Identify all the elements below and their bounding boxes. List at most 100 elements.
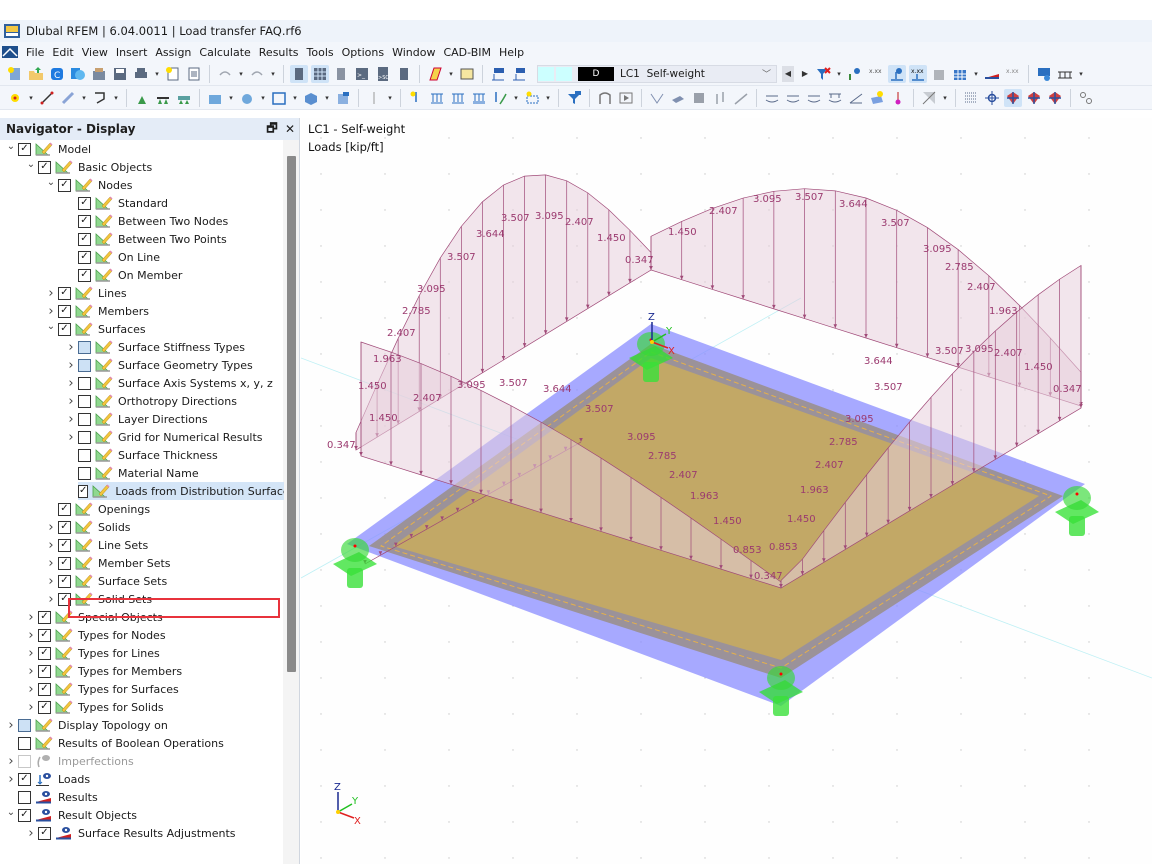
line-load-2-icon[interactable] [428,89,446,107]
tree-item-solids[interactable]: › ✓ Solids [0,518,284,536]
surface-dropdown-icon[interactable]: ▾ [227,94,235,102]
redo-icon[interactable] [248,65,266,83]
load-wizard-icon[interactable] [458,65,476,83]
surface-select-icon[interactable] [426,65,444,83]
tree-item-imperfections[interactable]: › Imperfections [0,752,284,770]
chevron-right-icon[interactable]: › [4,754,18,769]
checkbox[interactable] [78,466,91,480]
dimension-icon[interactable] [365,89,383,107]
menu-help[interactable]: Help [495,46,528,59]
support-icon[interactable] [133,89,151,107]
member-icon[interactable] [59,89,77,107]
chevron-right-icon[interactable]: › [44,574,58,589]
dlubal-center-icon[interactable]: C [48,65,66,83]
section-dropdown-icon[interactable]: ▾ [323,94,331,102]
menu-options[interactable]: Options [338,46,388,59]
view-side-icon[interactable] [1046,89,1064,107]
member-load-2-icon[interactable] [449,89,467,107]
checkbox[interactable]: ✓ [38,646,51,660]
menu-cad-bim[interactable]: CAD-BIM [439,46,495,59]
line-view-icon[interactable] [732,89,750,107]
document-icon[interactable] [185,65,203,83]
grid-dropdown-icon[interactable]: ▾ [972,70,980,78]
float-panel-icon[interactable]: 🗗 [263,119,281,140]
pin-icon[interactable] [889,89,907,107]
tree-item-material-name[interactable]: Material Name [0,464,284,482]
tree-item-between-two-nodes[interactable]: ✓ Between Two Nodes [0,212,284,230]
scale-icon[interactable] [1056,65,1074,83]
tree-item-on-line[interactable]: ✓ On Line [0,248,284,266]
checkbox[interactable] [78,412,91,426]
script-icon[interactable]: >SC [374,65,392,83]
view-iso-icon[interactable] [1004,88,1022,107]
checkbox[interactable]: ✓ [78,232,91,246]
checkbox[interactable]: ✓ [38,664,51,678]
new-model-icon[interactable] [6,65,24,83]
checkbox[interactable]: ✓ [58,178,71,192]
checkbox[interactable]: ✓ [58,574,71,588]
menu-edit[interactable]: Edit [48,46,77,59]
grid-table-icon[interactable] [311,64,329,83]
project-manager-icon[interactable] [90,65,108,83]
section-icon[interactable] [302,89,320,107]
member-load-icon[interactable] [489,65,507,83]
checkbox[interactable]: ✓ [58,520,71,534]
line-load-icon[interactable] [510,65,528,83]
tree-item-types-for-solids[interactable]: › ✓ Types for Solids [0,698,284,716]
result-values-icon[interactable]: x.xx [1004,65,1022,83]
chevron-right-icon[interactable]: › [24,646,38,661]
chevron-right-icon[interactable]: › [44,538,58,553]
checkbox[interactable] [18,754,31,768]
chevron-right-icon[interactable]: › [4,718,18,733]
tree-item-loads-from-distribution-surface[interactable]: ✓ Loads from Distribution Surface [78,482,284,500]
tree-item-openings[interactable]: ✓ Openings [0,500,284,518]
report-icon[interactable] [164,65,182,83]
menu-results[interactable]: Results [255,46,303,59]
chevron-right-icon[interactable]: › [24,610,38,625]
free-load-dropdown-icon[interactable]: ▾ [512,94,520,102]
polyline-icon[interactable] [91,89,109,107]
tree-item-results[interactable]: Results [0,788,284,806]
tree-item-standard[interactable]: ✓ Standard [0,194,284,212]
checkbox[interactable]: ✓ [38,826,51,840]
dimension-dropdown-icon[interactable]: ▾ [386,94,394,102]
checkbox[interactable] [18,736,31,750]
tree-item-nodes[interactable]: ⌄ ✓ Nodes [0,176,284,194]
line-icon[interactable] [38,89,56,107]
angle-icon[interactable] [847,89,865,107]
checkbox[interactable]: ✓ [38,610,51,624]
chevron-right-icon[interactable]: › [4,772,18,787]
chevron-right-icon[interactable]: › [24,700,38,715]
polyline-dropdown-icon[interactable]: ▾ [112,94,120,102]
solid-dropdown-icon[interactable]: ▾ [259,94,267,102]
support-view-4-icon[interactable] [826,89,844,107]
solid-icon[interactable] [930,65,948,83]
tree-item-solid-sets[interactable]: › ✓ Solid Sets [0,590,284,608]
tree-item-basic-objects[interactable]: ⌄ ✓ Basic Objects [0,158,284,176]
chevron-right-icon[interactable]: › [24,682,38,697]
menu-tools[interactable]: Tools [303,46,338,59]
checkbox[interactable]: ✓ [58,322,71,336]
checkbox[interactable]: ✓ [78,196,91,210]
menu-assign[interactable]: Assign [151,46,195,59]
tree-item-member-sets[interactable]: › ✓ Member Sets [0,554,284,572]
surface-load-icon[interactable] [470,89,488,107]
solid-model-icon[interactable] [238,89,256,107]
settings-icon[interactable] [1035,65,1053,83]
section-cut-dropdown-icon[interactable]: ▾ [941,94,949,102]
tree-item-orthotropy-directions[interactable]: › Orthotropy Directions [0,392,284,410]
chevron-right-icon[interactable]: › [24,826,38,841]
undo-icon[interactable] [216,65,234,83]
menu-view[interactable]: View [78,46,112,59]
tree-item-lines[interactable]: › ✓ Lines [0,284,284,302]
rfem-menu-logo-icon[interactable] [2,46,18,58]
chevron-right-icon[interactable]: › [44,520,58,535]
tree-item-surface-results-adjustments[interactable]: › ✓ Surface Results Adjustments [0,824,284,842]
tree-item-types-for-surfaces[interactable]: › ✓ Types for Surfaces [0,680,284,698]
frame-icon[interactable] [334,89,352,107]
undo-dropdown-icon[interactable]: ▾ [237,70,245,78]
checkbox[interactable]: ✓ [38,682,51,696]
link-icon[interactable] [1077,89,1095,107]
chevron-right-icon[interactable]: › [64,340,78,355]
chevron-right-icon[interactable]: › [44,286,58,301]
